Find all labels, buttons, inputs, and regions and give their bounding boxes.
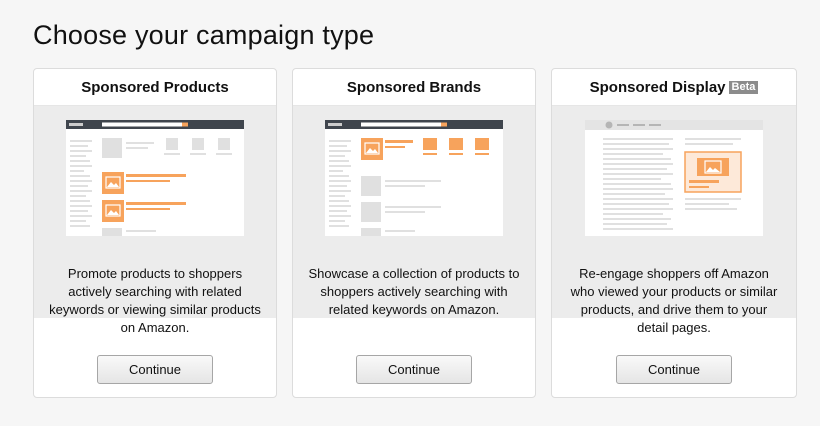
card-description: Showcase a collection of products to sho…	[308, 266, 520, 317]
card-title: Sponsored Display Beta	[552, 69, 796, 105]
campaign-card-sponsored-display: Sponsored Display Beta Re-engage shopper…	[551, 68, 797, 398]
search-results-mockup-image	[66, 120, 244, 236]
brand-banner-mockup-image	[325, 120, 503, 236]
page-title: Choose your campaign type	[33, 20, 375, 50]
continue-button[interactable]: Continue	[356, 355, 472, 384]
continue-button[interactable]: Continue	[97, 355, 213, 384]
card-description: Re-engage shoppers off Amazon who viewed…	[570, 266, 778, 335]
card-title: Sponsored Products	[81, 79, 229, 96]
card-title: Sponsored Brands	[346, 79, 482, 96]
campaign-card-sponsored-brands: Sponsored Brands Showcase a collection o…	[292, 68, 536, 398]
card-description: Promote products to shoppers actively se…	[49, 266, 261, 335]
campaign-card-sponsored-products: Sponsored Products Promote products to s…	[33, 68, 277, 398]
continue-button[interactable]: Continue	[616, 355, 732, 384]
beta-badge: Beta	[728, 81, 759, 94]
display-ad-mockup-image	[585, 120, 763, 236]
